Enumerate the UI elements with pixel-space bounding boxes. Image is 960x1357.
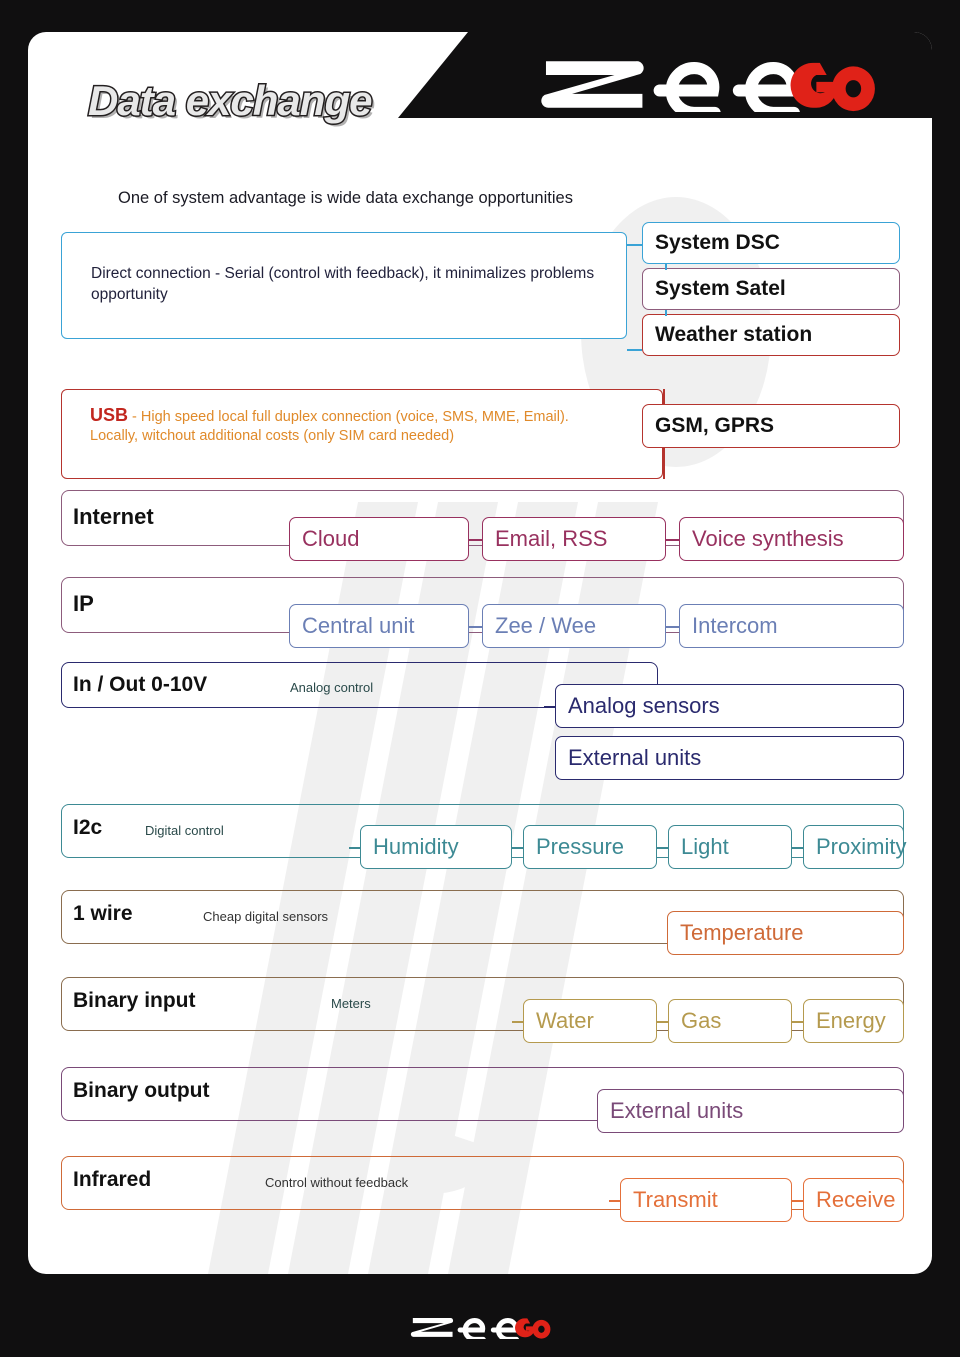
connector-transmit-receive: [792, 1200, 803, 1202]
connector-humidity-pressure: [512, 847, 523, 849]
rail-infrared-sub: Control without feedback: [265, 1175, 409, 1190]
connector-gas-energy: [792, 1021, 803, 1023]
item-temperature-label: Temperature: [680, 920, 804, 945]
rail-binary-output-label: Binary output: [73, 1079, 210, 1102]
target-weather-station-label: Weather station: [655, 323, 813, 346]
item-zee-wee-label: Zee / Wee: [495, 613, 597, 638]
connector-satel-weather: [665, 310, 667, 316]
rail-inout-label: In / Out 0-10V: [73, 673, 208, 696]
rail-binary-input-sub: Meters: [331, 996, 371, 1011]
target-weather-station[interactable]: Weather station: [642, 314, 900, 356]
rail-binary-input-label: Binary input: [73, 989, 196, 1012]
item-intercom[interactable]: Intercom: [679, 604, 904, 648]
item-email-rss[interactable]: Email, RSS: [482, 517, 666, 561]
rail-onewire-sub: Cheap digital sensors: [203, 909, 329, 924]
item-intercom-label: Intercom: [692, 613, 778, 638]
item-central-unit[interactable]: Central unit: [289, 604, 469, 648]
connector-zee-intercom: [666, 626, 679, 628]
rail-i2c-label: I2c: [73, 816, 103, 839]
item-zee-wee[interactable]: Zee / Wee: [482, 604, 666, 648]
connector-i2c-humidity: [349, 847, 360, 849]
rail-inout-sub: Analog control: [290, 680, 374, 695]
item-external-units-analog-label: External units: [568, 745, 702, 770]
item-proximity[interactable]: Proximity: [803, 825, 906, 869]
item-voice-synthesis[interactable]: Voice synthesis: [679, 517, 904, 561]
rail-onewire-label: 1 wire: [73, 902, 133, 925]
item-receive[interactable]: Receive: [803, 1178, 904, 1222]
rail-ip-label: IP: [73, 591, 94, 616]
note-usb-body: - High speed local full duplex connectio…: [90, 409, 569, 444]
connector-water-gas: [657, 1021, 668, 1023]
item-external-units-binary[interactable]: External units: [597, 1089, 904, 1133]
note-usb-text: USB - High speed local full duplex conne…: [90, 406, 620, 446]
connector-light-proximity: [792, 847, 803, 849]
note-serial: Direct connection - Serial (control with…: [61, 232, 627, 339]
target-system-satel[interactable]: System Satel: [642, 268, 900, 310]
item-energy-label: Energy: [816, 1008, 886, 1033]
connector-central-zee: [469, 626, 482, 628]
item-receive-label: Receive: [816, 1187, 896, 1212]
zeego-logo-footer: [410, 1318, 551, 1339]
page-subtitle: One of system advantage is wide data exc…: [118, 189, 573, 207]
rail-i2c-sub: Digital control: [145, 823, 224, 838]
target-system-satel-label: System Satel: [655, 277, 786, 300]
item-transmit-label: Transmit: [633, 1187, 718, 1212]
item-proximity-label: Proximity: [816, 834, 907, 859]
item-voice-synthesis-label: Voice synthesis: [692, 526, 844, 551]
target-gsm-gprs-label: GSM, GPRS: [655, 414, 775, 437]
target-system-dsc-label: System DSC: [655, 231, 780, 254]
item-light[interactable]: Light: [668, 825, 792, 869]
item-gas[interactable]: Gas: [668, 999, 792, 1043]
item-analog-sensors[interactable]: Analog sensors: [555, 684, 904, 728]
rail-internet-label: Internet: [73, 504, 154, 529]
item-central-unit-label: Central unit: [302, 613, 415, 638]
item-gas-label: Gas: [681, 1008, 722, 1033]
item-water-label: Water: [536, 1008, 594, 1033]
connector-binput-water: [512, 1021, 523, 1023]
item-humidity-label: Humidity: [373, 834, 459, 859]
connector-serial-weather: [627, 349, 642, 351]
item-light-label: Light: [681, 834, 729, 859]
note-serial-text: Direct connection - Serial (control with…: [91, 265, 595, 303]
item-pressure[interactable]: Pressure: [523, 825, 657, 869]
item-cloud-label: Cloud: [302, 526, 360, 551]
item-transmit[interactable]: Transmit: [620, 1178, 792, 1222]
item-pressure-label: Pressure: [536, 834, 625, 859]
item-water[interactable]: Water: [523, 999, 657, 1043]
connector-email-voice: [666, 539, 679, 541]
item-energy[interactable]: Energy: [803, 999, 904, 1043]
note-usb: USB - High speed local full duplex conne…: [61, 389, 663, 479]
item-analog-sensors-label: Analog sensors: [568, 693, 720, 718]
poster-page: Data exchange One of system advantage is…: [0, 0, 960, 1357]
connector-dsc-satel: [665, 264, 667, 270]
connector-inout-analog: [544, 706, 555, 708]
note-usb-strong: USB: [90, 405, 129, 425]
item-temperature[interactable]: Temperature: [667, 911, 904, 955]
connector-cloud-email: [469, 539, 482, 541]
page-title: Data exchange: [86, 76, 373, 126]
item-external-units-analog[interactable]: External units: [555, 736, 904, 780]
item-external-units-binary-label: External units: [610, 1098, 744, 1123]
zeego-logo: [541, 61, 875, 112]
white-card: Data exchange One of system advantage is…: [28, 32, 932, 1274]
item-email-rss-label: Email, RSS: [495, 526, 608, 551]
target-system-dsc[interactable]: System DSC: [642, 222, 900, 264]
connector-infrared-transmit: [609, 1200, 620, 1202]
item-cloud[interactable]: Cloud: [289, 517, 469, 561]
rail-infrared-label: Infrared: [73, 1168, 152, 1191]
connector-pressure-light: [657, 847, 668, 849]
connector-serial-dsc: [627, 244, 642, 246]
item-humidity[interactable]: Humidity: [360, 825, 512, 869]
target-gsm-gprs[interactable]: GSM, GPRS: [642, 404, 900, 448]
